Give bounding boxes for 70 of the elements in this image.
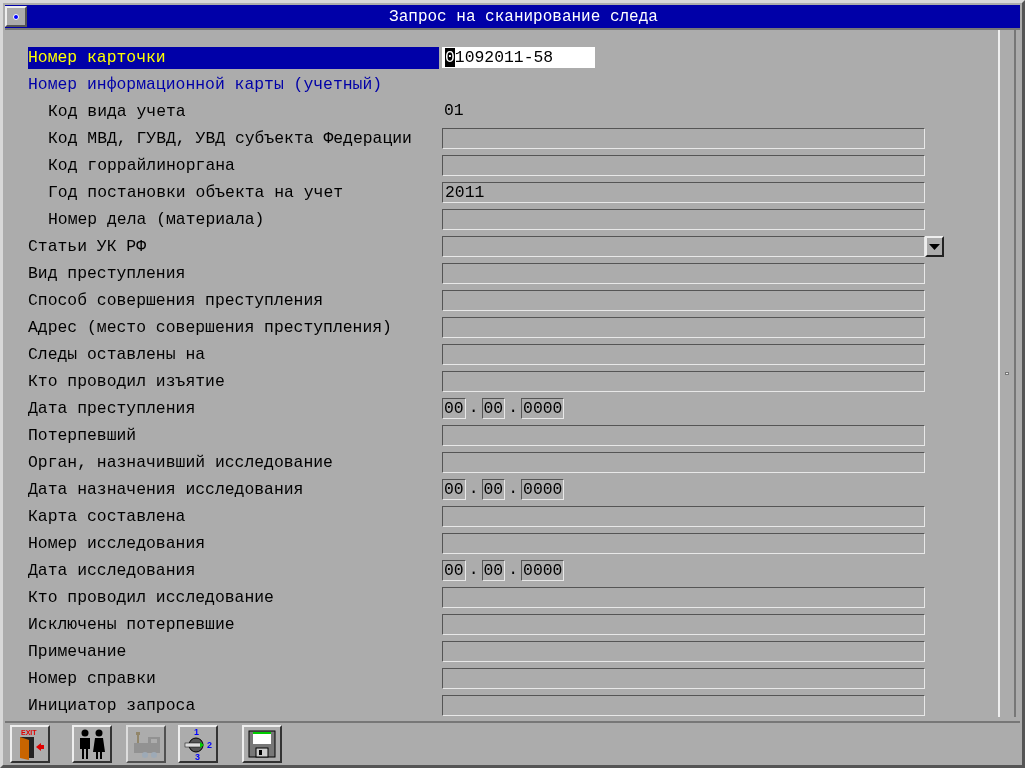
input-field[interactable]: [442, 425, 925, 446]
toolbar-button[interactable]: [242, 725, 282, 763]
field-label: Адрес (место совершения преступления): [28, 316, 393, 339]
field-label: Инициатор запроса: [28, 694, 197, 717]
field-label: Кто проводил исследование: [28, 586, 275, 609]
field-label: Код горрайлиноргана: [47, 154, 236, 177]
dot-icon: [13, 13, 19, 20]
scrollbar[interactable]: [998, 30, 1016, 717]
date-separator: .: [507, 559, 520, 582]
input-field[interactable]: [442, 317, 925, 338]
field-label: Кто проводил изъятие: [28, 370, 226, 393]
date-separator: .: [467, 559, 480, 582]
field-label: Исключены потерпевшие: [28, 613, 236, 636]
date-separator: .: [507, 397, 520, 420]
field-label: Орган, назначивший исследование: [28, 451, 334, 474]
system-menu-button[interactable]: [5, 6, 27, 27]
input-field[interactable]: 2011: [442, 182, 925, 203]
input-field[interactable]: [442, 209, 925, 230]
input-field[interactable]: [442, 263, 925, 284]
input-field[interactable]: [442, 155, 925, 176]
input-field[interactable]: [442, 533, 925, 554]
field-label: Вид преступления: [28, 262, 187, 285]
input-field[interactable]: [442, 128, 925, 149]
field-label: Номер дела (материала): [47, 208, 266, 231]
field-label: Следы оставлены на: [28, 343, 207, 366]
input-field[interactable]: [442, 290, 925, 311]
field-label: Дата исследования: [28, 559, 197, 582]
window-title: Запрос на сканирование следа: [388, 8, 659, 25]
input-field[interactable]: [442, 506, 925, 527]
date-part-field[interactable]: 00: [442, 560, 466, 581]
field-label: Код МВД, ГУВД, УВД субъекта Федерации: [47, 127, 413, 150]
field-label: Потерпевший: [28, 424, 138, 447]
field-label: Код вида учета: [47, 100, 187, 123]
input-field[interactable]: [442, 614, 925, 635]
field-label: Номер справки: [28, 667, 157, 690]
scroll-thumb[interactable]: [1005, 372, 1009, 375]
date-part-field[interactable]: 00: [481, 560, 506, 581]
date-part-field[interactable]: 0000: [521, 560, 565, 581]
date-separator: .: [467, 397, 480, 420]
input-field[interactable]: [442, 668, 925, 689]
field-label: Способ совершения преступления: [28, 289, 325, 312]
field-label: Примечание: [28, 640, 128, 663]
field-label: Номер карточки: [28, 46, 439, 69]
field-label: Карта составлена: [28, 505, 187, 528]
input-field[interactable]: [442, 695, 925, 716]
input-field[interactable]: [442, 452, 925, 473]
date-separator: .: [467, 478, 480, 501]
input-field[interactable]: [442, 587, 925, 608]
dropdown-button[interactable]: [925, 236, 944, 257]
section-heading: Номер информационной карты (учетный): [28, 73, 384, 96]
date-part-field[interactable]: 00: [442, 479, 466, 500]
date-part-field[interactable]: 00: [442, 398, 466, 419]
date-part-field[interactable]: 00: [481, 479, 506, 500]
date-part-field[interactable]: 0000: [521, 479, 565, 500]
toolbar-button[interactable]: [72, 725, 112, 763]
field-label: Дата назначения исследования: [28, 478, 305, 501]
caret-icon: [929, 243, 940, 250]
field-label: Номер исследования: [28, 532, 207, 555]
input-field[interactable]: [442, 641, 925, 662]
input-field[interactable]: [442, 371, 925, 392]
date-part-field[interactable]: 0000: [521, 398, 565, 419]
input-field[interactable]: 01092011-58: [442, 47, 595, 68]
field-label: Дата преступления: [28, 397, 197, 420]
date-separator: .: [507, 478, 520, 501]
field-label: Год постановки объекта на учет: [47, 181, 345, 204]
date-part-field[interactable]: 00: [481, 398, 506, 419]
field-value: 01: [444, 100, 464, 123]
input-field[interactable]: [442, 344, 925, 365]
field-label: Статьи УК РФ: [28, 235, 148, 258]
dropdown-field[interactable]: [442, 236, 925, 257]
